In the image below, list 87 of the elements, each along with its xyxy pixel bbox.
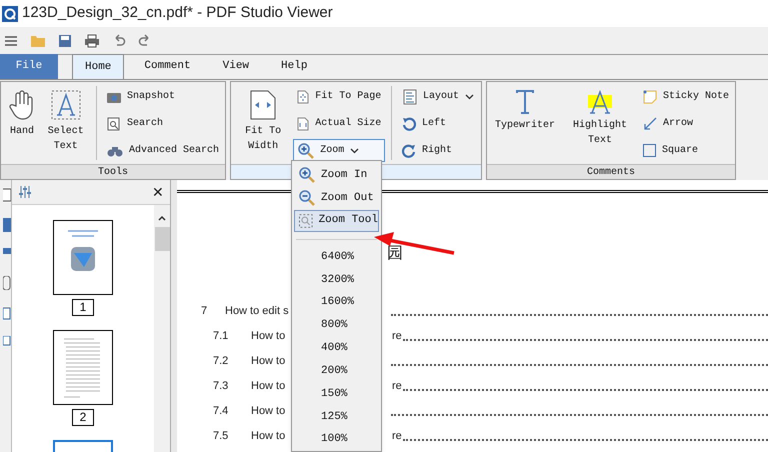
section-title: How to bbox=[251, 354, 286, 370]
section-number: 7.3 bbox=[213, 379, 230, 394]
menu-item[interactable]: 400% bbox=[294, 336, 379, 360]
attachment-icon[interactable] bbox=[3, 276, 11, 290]
fit-width-icon bbox=[250, 90, 276, 120]
zoom-in-icon bbox=[299, 166, 315, 183]
rotate-right-icon bbox=[402, 144, 416, 158]
zoom-out-icon bbox=[299, 190, 315, 206]
menu-item[interactable]: 1600% bbox=[294, 291, 379, 314]
page-number: 2 bbox=[72, 409, 94, 426]
menu-icon[interactable] bbox=[4, 34, 18, 48]
section-title: re bbox=[392, 379, 402, 394]
zoom-icon bbox=[298, 142, 314, 158]
ribbon-button[interactable]: Select Text bbox=[43, 82, 88, 164]
page-thumbnail[interactable] bbox=[53, 220, 113, 295]
scrollbar-thumb[interactable] bbox=[154, 227, 170, 251]
arrow-icon bbox=[642, 116, 657, 130]
ribbon-button[interactable]: Fit To Width bbox=[235, 82, 292, 164]
zoom-tool-icon bbox=[299, 214, 313, 228]
section-title: How to bbox=[251, 404, 286, 420]
ribbon-button[interactable]: Layout bbox=[398, 85, 479, 108]
ribbon-button[interactable]: Fit To Page bbox=[293, 85, 386, 108]
sticky-note-icon bbox=[642, 90, 657, 104]
section-title: How to bbox=[251, 329, 286, 344]
save-icon[interactable] bbox=[58, 34, 72, 48]
text-select-icon bbox=[50, 90, 81, 120]
menu-item[interactable]: Zoom In bbox=[294, 164, 379, 186]
layout-icon bbox=[402, 88, 417, 104]
ribbon-button[interactable]: Left bbox=[398, 112, 479, 135]
typewriter-icon bbox=[515, 90, 535, 114]
menu-item[interactable]: 6400% bbox=[294, 246, 379, 268]
window-title: 123D_Design_32_cn.pdf* - PDF Studio Viewer bbox=[22, 3, 333, 24]
ribbon-button[interactable]: Actual Size bbox=[293, 112, 386, 135]
menu-item[interactable]: Zoom Out bbox=[294, 186, 379, 209]
ribbon-button[interactable]: Snapshot bbox=[102, 85, 223, 108]
ribbon-button[interactable]: Zoom bbox=[293, 139, 386, 162]
page-thumbnail[interactable] bbox=[53, 330, 113, 405]
ribbon-tab[interactable]: View bbox=[210, 54, 262, 79]
ribbon-button[interactable]: Arrow bbox=[638, 112, 733, 135]
rotate-left-icon bbox=[402, 116, 416, 130]
section-number: 7.4 bbox=[213, 404, 230, 420]
close-icon[interactable]: ✕ bbox=[152, 185, 164, 199]
menu-item[interactable]: 125% bbox=[294, 405, 379, 428]
page-number: 1 bbox=[72, 299, 94, 316]
fit-page-icon bbox=[297, 90, 310, 104]
section-number: 7.5 bbox=[213, 429, 230, 444]
print-icon[interactable] bbox=[84, 34, 100, 48]
ribbon-button[interactable]: Advanced Search bbox=[102, 139, 223, 162]
section-title: re bbox=[392, 329, 402, 344]
page-icon[interactable] bbox=[3, 188, 11, 202]
ribbon-button[interactable]: Sticky Note bbox=[638, 85, 733, 108]
scrollbar[interactable] bbox=[154, 205, 170, 452]
menu-item[interactable]: Zoom Tool bbox=[294, 210, 379, 232]
ribbon-tab[interactable]: Comment bbox=[132, 54, 203, 79]
highlight-icon bbox=[588, 90, 612, 114]
group-label: Tools bbox=[98, 166, 128, 180]
menu-item[interactable]: 200% bbox=[294, 360, 379, 383]
sliders-icon[interactable] bbox=[18, 185, 32, 199]
menu-item[interactable]: 150% bbox=[294, 382, 379, 406]
document-heading: 园 bbox=[387, 242, 403, 264]
caret-up-icon[interactable] bbox=[157, 213, 167, 223]
ribbon-button[interactable]: Typewriter bbox=[491, 82, 560, 164]
ribbon-button[interactable]: Hand bbox=[5, 82, 39, 164]
menu-item[interactable]: 800% bbox=[294, 314, 379, 337]
group-label: Comments bbox=[586, 166, 635, 180]
search-icon bbox=[106, 116, 121, 130]
ribbon-tab[interactable]: Help bbox=[269, 54, 320, 79]
ribbon-button[interactable]: Highlight Text bbox=[563, 82, 637, 164]
menu-item[interactable]: 100% bbox=[294, 428, 379, 452]
binoculars-icon bbox=[106, 144, 123, 156]
actual-size-icon bbox=[297, 116, 310, 130]
ribbon-button[interactable]: Right bbox=[398, 139, 479, 162]
camera-icon bbox=[106, 90, 121, 102]
section-title: re bbox=[392, 429, 402, 444]
menu-item[interactable]: 3200% bbox=[294, 268, 379, 292]
ribbon-tab[interactable]: Home bbox=[72, 54, 124, 79]
section-title: How to bbox=[251, 429, 286, 444]
section-number: 7.2 bbox=[213, 354, 230, 370]
square-icon bbox=[642, 144, 656, 157]
section-title: How to edit s bbox=[225, 304, 289, 320]
section-number: 7 bbox=[201, 304, 208, 320]
section-title: How to bbox=[251, 379, 286, 394]
section-number: 7.1 bbox=[213, 329, 230, 344]
ribbon-tab[interactable]: File bbox=[0, 54, 58, 79]
ribbon-button[interactable]: Square bbox=[638, 139, 733, 162]
ribbon-button[interactable]: Search bbox=[102, 112, 223, 135]
hand-icon bbox=[9, 90, 35, 120]
